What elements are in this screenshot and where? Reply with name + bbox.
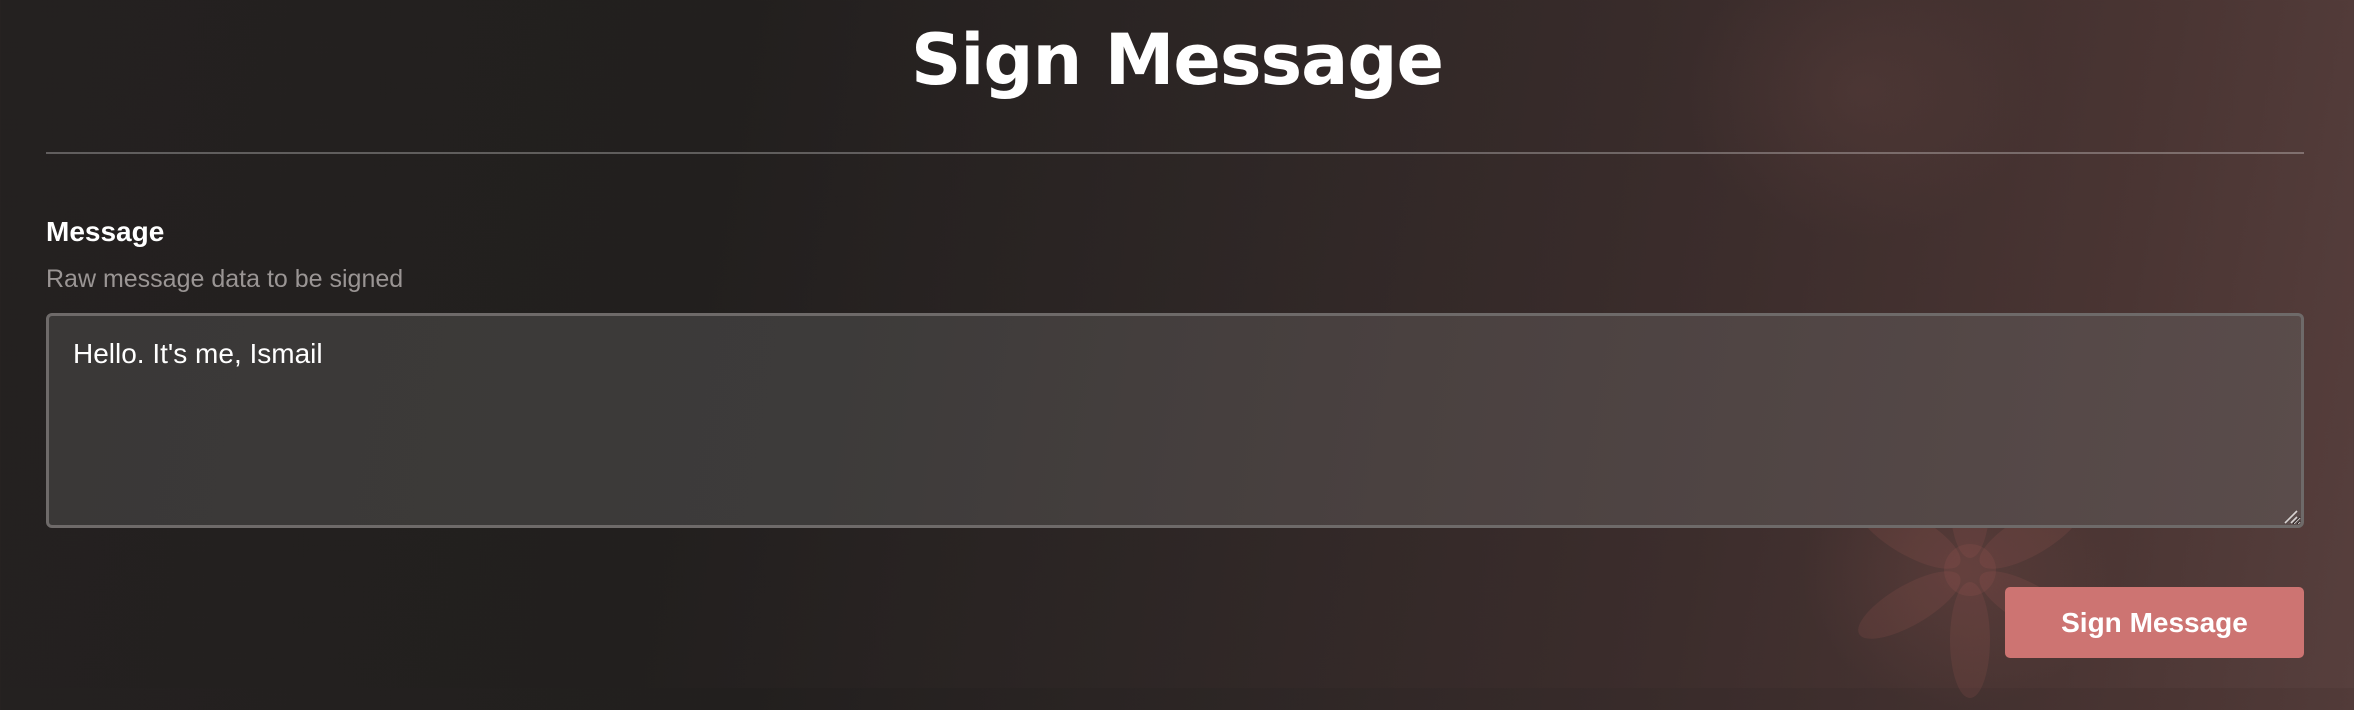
- page-title: Sign Message: [910, 19, 1444, 101]
- message-textarea[interactable]: Hello. It's me, Ismail: [46, 313, 2304, 528]
- message-label: Message: [46, 216, 165, 247]
- sign-message-button[interactable]: Sign Message: [2005, 587, 2304, 658]
- message-help-text: Raw message data to be signed: [46, 265, 404, 293]
- header-divider: [46, 152, 2304, 154]
